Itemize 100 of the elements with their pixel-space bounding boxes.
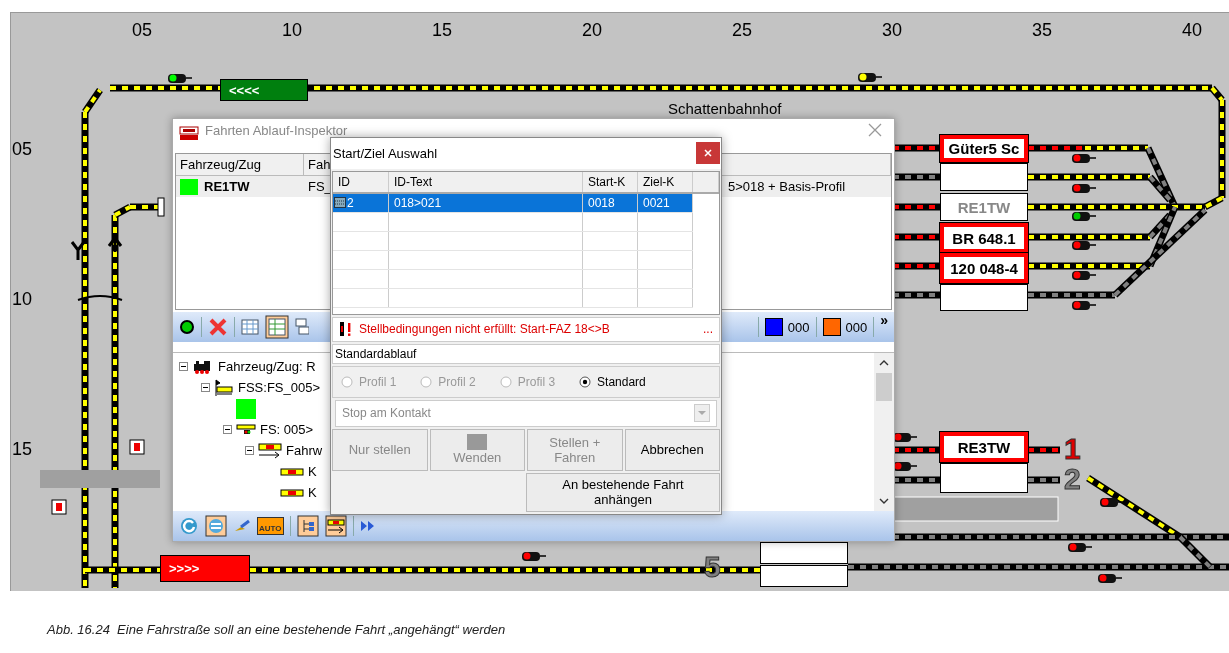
close-icon	[704, 149, 712, 158]
signal-icon[interactable]	[1072, 154, 1097, 163]
table-icon[interactable]	[241, 319, 259, 335]
table-cell: 2	[333, 193, 389, 212]
column-number: 30	[881, 20, 903, 41]
signal-icon[interactable]	[1098, 574, 1123, 583]
close-icon[interactable]	[868, 123, 882, 137]
status-circle-icon[interactable]	[179, 319, 195, 335]
signal-icon[interactable]	[1068, 543, 1093, 552]
signal-icon[interactable]	[1072, 301, 1097, 310]
brush-icon[interactable]	[233, 519, 251, 533]
close-button[interactable]	[696, 142, 720, 165]
status-message: Stellbedingungen nicht erfüllt: Start-FAZ 18<>B	[359, 322, 610, 337]
profile-name-field[interactable]: Standardablauf	[332, 344, 720, 364]
signal-icon[interactable]	[1100, 498, 1125, 507]
row-number: 10	[12, 289, 33, 310]
counter-button[interactable]: 000	[764, 318, 810, 336]
more-button[interactable]: ...	[703, 322, 713, 337]
signal-icon[interactable]	[51, 499, 67, 515]
column-number: 40	[1181, 20, 1203, 41]
train-block[interactable]: <<<<	[220, 79, 308, 101]
signal-icon[interactable]	[1072, 241, 1097, 250]
tree-item[interactable]: Fahrzeug/Zug: R	[218, 359, 316, 374]
tree-item[interactable]: K	[308, 464, 317, 479]
radio-icon[interactable]	[579, 375, 592, 388]
scroll-thumb[interactable]	[876, 373, 892, 401]
signal-icon[interactable]	[168, 74, 193, 83]
row-number: 15	[12, 439, 33, 460]
track-block[interactable]	[940, 163, 1028, 191]
figure-caption: Abb. 16.24 Eine Fahrstraße soll an eine bestehende Fahrt „angehängt“ werden	[47, 622, 506, 637]
track-number: 1	[1064, 434, 1081, 464]
collapse-icon[interactable]	[223, 425, 232, 434]
dropdown-value: Stop am Kontakt	[342, 406, 431, 421]
track-block[interactable]: RE3TW	[940, 432, 1028, 462]
signal-icon[interactable]	[1072, 271, 1097, 280]
tree-item[interactable]: FSS:FS_005>	[238, 380, 321, 395]
collapse-icon[interactable]	[245, 446, 254, 455]
table-cell: 0018	[583, 193, 638, 212]
window-title: Fahrten Ablauf-Inspektor	[205, 123, 348, 138]
track-block[interactable]: 120 048-4	[940, 253, 1028, 283]
track-block[interactable]	[940, 284, 1028, 311]
track-block[interactable]	[760, 565, 848, 587]
signal-icon[interactable]	[129, 439, 145, 455]
route-icon	[236, 422, 256, 437]
track-block[interactable]: RE1TW	[940, 193, 1028, 221]
contact-icon	[280, 467, 304, 476]
track-block[interactable]	[940, 463, 1028, 493]
signal-icon[interactable]	[1072, 212, 1097, 221]
tree-item[interactable]: Fahrw	[286, 443, 323, 458]
action-button[interactable]: Abbrechen	[624, 429, 720, 471]
scroll-up-icon[interactable]	[879, 359, 889, 367]
collapse-icon[interactable]	[201, 383, 210, 392]
collapse-icon[interactable]	[179, 362, 188, 371]
auto-button[interactable]: AUTO	[257, 517, 284, 535]
fast-forward-icon[interactable]	[359, 520, 376, 532]
app-logo-icon	[179, 123, 199, 141]
counter-value: 000	[787, 319, 810, 335]
column-header[interactable]: ID	[333, 171, 389, 192]
track-block[interactable]: BR 648.1	[940, 223, 1028, 253]
track-icon[interactable]	[324, 515, 347, 537]
route-icon	[334, 197, 346, 209]
contact-icon	[280, 488, 304, 497]
delete-icon[interactable]	[208, 317, 228, 337]
counter-value: 000	[845, 319, 868, 335]
profile-radio[interactable]: Standard	[579, 374, 646, 389]
dialog-title: Start/Ziel Auswahl	[333, 145, 438, 161]
route-set-icon	[214, 378, 234, 397]
column-number: 05	[131, 20, 153, 41]
warning-icon	[339, 321, 353, 338]
signal-icon[interactable]	[1072, 184, 1097, 193]
column-number: 20	[581, 20, 603, 41]
tree-item[interactable]: FS: 005>	[260, 422, 314, 437]
row-number: 05	[12, 139, 33, 160]
table-cell-text: 5>018 + Basis-Profil	[728, 178, 847, 196]
column-header[interactable]: Fahrzeug/Zug	[176, 154, 304, 175]
column-number: 10	[281, 20, 303, 41]
column-header[interactable]: Ziel-K	[638, 171, 693, 192]
tree-icon[interactable]	[296, 515, 319, 537]
column-number: 15	[431, 20, 453, 41]
scroll-down-icon[interactable]	[879, 497, 889, 505]
signal-icon[interactable]	[858, 73, 883, 82]
column-header[interactable]: ID-Text	[389, 171, 583, 192]
area-label: Schattenbahnhof	[668, 100, 782, 117]
scrollbar[interactable]	[874, 353, 894, 511]
signal-icon[interactable]	[522, 552, 547, 561]
counter-button[interactable]: 000	[822, 318, 868, 336]
track-block[interactable]: Güter5 Sc	[940, 135, 1028, 162]
column-number: 35	[1031, 20, 1053, 41]
refresh-icon[interactable]	[179, 516, 199, 536]
track-path-icon	[258, 442, 282, 459]
train-block[interactable]: >>>>	[160, 555, 250, 582]
windows-icon[interactable]	[295, 318, 309, 336]
sync-icon[interactable]	[205, 515, 227, 537]
train-name: RE1TW	[204, 179, 250, 194]
more-button[interactable]: »	[880, 312, 888, 328]
column-header[interactable]: Start-K	[583, 171, 638, 192]
append-button[interactable]: An bestehende Fahrt anhängen	[526, 472, 720, 512]
table-icon[interactable]	[265, 315, 289, 339]
tree-item[interactable]: K	[308, 485, 317, 500]
track-block[interactable]	[760, 542, 848, 564]
